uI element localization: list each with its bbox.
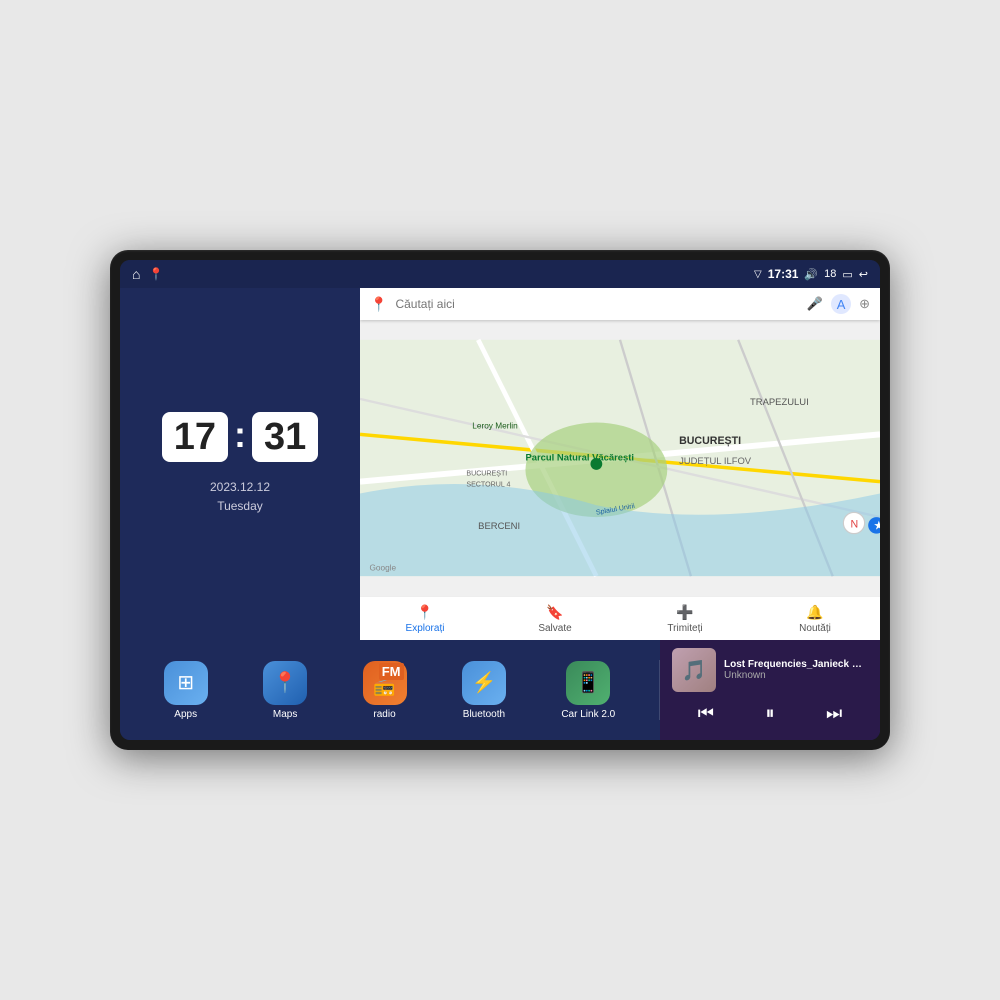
- explore-icon: 📍: [416, 604, 433, 621]
- map-area[interactable]: Parcul Natural Văcărești Leroy Merlin BU…: [360, 320, 880, 596]
- music-title: Lost Frequencies_Janieck Devy-...: [724, 659, 868, 670]
- back-icon[interactable]: ↩: [859, 268, 868, 281]
- map-bottom-nav: 📍 Explorați 🔖 Salvate ➕ Trimiteți 🔔 Nout…: [360, 596, 880, 640]
- music-panel: 🎵 Lost Frequencies_Janieck Devy-... Unkn…: [660, 640, 880, 740]
- battery-icon: ▭: [842, 268, 852, 281]
- map-search-bar: 📍 🎤 A ⊕: [360, 288, 880, 320]
- device-screen: ⌂ 📍 ▽ 17:31 🔊 18 ▭ ↩ 17 : 31: [120, 260, 880, 740]
- apps-panel: ⊞ Apps 📍 Maps FM 📻 radio: [120, 640, 659, 740]
- music-artist: Unknown: [724, 670, 868, 681]
- news-label: Noutăți: [799, 623, 831, 634]
- radio-icon: FM: [379, 663, 404, 680]
- bluetooth-icon: ⚡: [471, 670, 496, 695]
- app-item-bluetooth[interactable]: ⚡ Bluetooth: [462, 661, 506, 720]
- status-left: ⌂ 📍: [132, 266, 163, 282]
- clock-minutes: 31: [252, 412, 318, 462]
- status-bar: ⌂ 📍 ▽ 17:31 🔊 18 ▭ ↩: [120, 260, 880, 288]
- svg-text:Leroy Merlin: Leroy Merlin: [472, 421, 518, 430]
- carlink-icon: 📱: [576, 670, 601, 695]
- voice-search-icon[interactable]: 🎤: [807, 296, 823, 312]
- radio-label: radio: [373, 709, 395, 720]
- svg-text:N: N: [850, 519, 858, 531]
- music-details: Lost Frequencies_Janieck Devy-... Unknow…: [724, 659, 868, 681]
- apps-label: Apps: [174, 709, 197, 720]
- date-display: 2023.12.12 Tuesday: [210, 478, 270, 516]
- bottom-row: ⊞ Apps 📍 Maps FM 📻 radio: [120, 640, 880, 740]
- send-label: Trimiteți: [667, 623, 702, 634]
- music-prev-button[interactable]: ⏮: [694, 699, 718, 728]
- bluetooth-label: Bluetooth: [463, 709, 505, 720]
- svg-text:Google: Google: [369, 563, 396, 572]
- map-nav-saved[interactable]: 🔖 Salvate: [490, 597, 620, 640]
- svg-text:BERCENI: BERCENI: [478, 521, 520, 532]
- send-icon: ➕: [676, 604, 693, 621]
- music-next-button[interactable]: ⏭: [822, 699, 846, 728]
- music-thumb-icon: 🎵: [682, 658, 707, 683]
- volume-icon: 🔊: [804, 268, 818, 281]
- map-nav-send[interactable]: ➕ Trimiteți: [620, 597, 750, 640]
- gps-icon: ▽: [754, 269, 762, 280]
- map-nav-explore[interactable]: 📍 Explorați: [360, 597, 490, 640]
- saved-label: Salvate: [538, 623, 571, 634]
- app-item-carlink[interactable]: 📱 Car Link 2.0: [561, 661, 615, 720]
- bluetooth-icon-wrap: ⚡: [462, 661, 506, 705]
- main-content: 17 : 31 2023.12.12 Tuesday 📍 🎤 A ⊕: [120, 288, 880, 640]
- apps-icon: ⊞: [177, 670, 194, 695]
- app-item-radio[interactable]: FM 📻 radio: [363, 661, 407, 720]
- music-play-pause-button[interactable]: ⏸: [762, 699, 779, 728]
- status-right: ▽ 17:31 🔊 18 ▭ ↩: [754, 267, 868, 281]
- radio-icon-wrap: FM 📻: [363, 661, 407, 705]
- maps-label: Maps: [273, 709, 297, 720]
- svg-text:BUCUREȘTI: BUCUREȘTI: [679, 435, 741, 447]
- layers-icon[interactable]: ⊕: [859, 296, 870, 312]
- maps-icon-wrap: 📍: [263, 661, 307, 705]
- app-item-apps[interactable]: ⊞ Apps: [164, 661, 208, 720]
- carlink-icon-wrap: 📱: [566, 661, 610, 705]
- carlink-label: Car Link 2.0: [561, 709, 615, 720]
- svg-text:★: ★: [874, 520, 880, 532]
- app-item-maps[interactable]: 📍 Maps: [263, 661, 307, 720]
- clock-widget: 17 : 31: [162, 412, 319, 462]
- svg-text:BUCUREȘTI: BUCUREȘTI: [466, 470, 507, 478]
- clock-panel: 17 : 31 2023.12.12 Tuesday: [120, 288, 360, 640]
- device-frame: ⌂ 📍 ▽ 17:31 🔊 18 ▭ ↩ 17 : 31: [110, 250, 890, 750]
- svg-text:Parcul Natural Văcărești: Parcul Natural Văcărești: [525, 452, 634, 463]
- battery-level: 18: [824, 268, 836, 280]
- maps-nav-icon[interactable]: 📍: [148, 267, 163, 281]
- date-value: 2023.12.12: [210, 478, 270, 497]
- explore-label: Explorați: [406, 623, 445, 634]
- account-icon[interactable]: A: [831, 294, 851, 314]
- svg-text:SECTORUL 4: SECTORUL 4: [466, 480, 510, 488]
- svg-text:TRAPEZULUI: TRAPEZULUI: [750, 397, 809, 408]
- music-thumbnail: 🎵: [672, 648, 716, 692]
- apps-icon-wrap: ⊞: [164, 661, 208, 705]
- clock-colon: :: [234, 414, 246, 456]
- status-time: 17:31: [768, 267, 799, 281]
- music-controls: ⏮ ⏸ ⏭: [672, 695, 868, 732]
- svg-text:JUDEȚUL ILFOV: JUDEȚUL ILFOV: [679, 456, 752, 467]
- clock-hours: 17: [162, 412, 228, 462]
- home-nav-icon[interactable]: ⌂: [132, 266, 140, 282]
- day-value: Tuesday: [210, 497, 270, 516]
- news-icon: 🔔: [806, 604, 823, 621]
- maps-logo-icon: 📍: [370, 296, 387, 313]
- map-nav-news[interactable]: 🔔 Noutăți: [750, 597, 880, 640]
- saved-icon: 🔖: [546, 604, 563, 621]
- maps-app-icon: 📍: [273, 670, 298, 695]
- map-search-input[interactable]: [395, 297, 798, 311]
- map-panel: 📍 🎤 A ⊕: [360, 288, 880, 640]
- music-info: 🎵 Lost Frequencies_Janieck Devy-... Unkn…: [672, 648, 868, 692]
